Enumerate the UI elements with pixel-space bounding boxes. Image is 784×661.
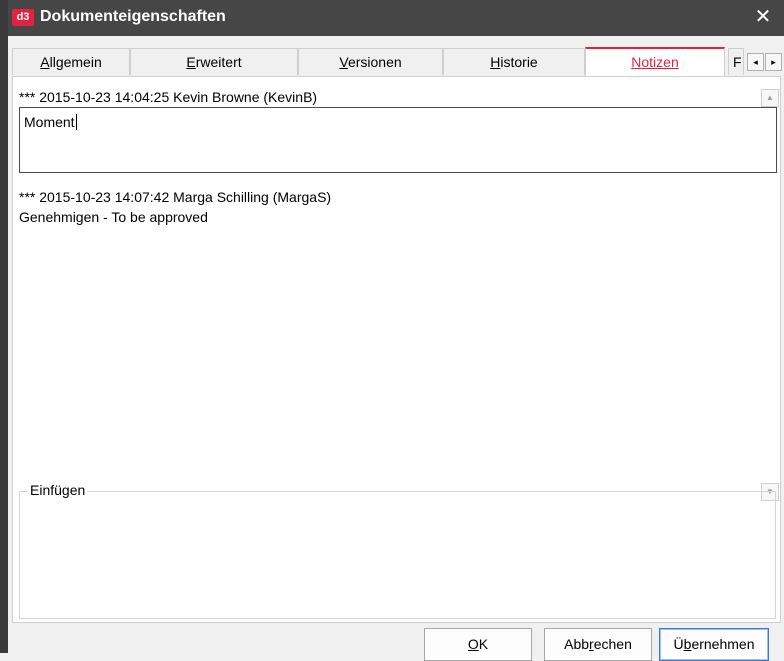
tab-historie[interactable]: Historie	[443, 48, 585, 75]
tab-label: ersionen	[347, 54, 402, 70]
note-input-field[interactable]: Moment	[19, 107, 777, 173]
close-button[interactable]: ✕	[750, 4, 776, 30]
dialog-title: Dokumenteigenschaften	[40, 8, 226, 25]
cancel-button[interactable]: Abbrechen	[544, 628, 652, 661]
tab-label: F	[733, 54, 742, 70]
tab-erweitert[interactable]: Erweitert	[130, 48, 298, 75]
button-label: echen	[593, 636, 632, 652]
tab-mnemonic: E	[186, 54, 196, 70]
tab-label: istorie	[500, 54, 538, 70]
button-label: Ü	[673, 636, 684, 652]
note-input-value: Moment	[24, 114, 75, 130]
tab-truncated[interactable]: F	[728, 48, 744, 75]
tab-mnemonic: A	[40, 54, 50, 70]
ok-button[interactable]: OK	[424, 628, 532, 661]
tab-mnemonic: H	[490, 54, 501, 70]
insert-groupbox: Einfügen	[19, 482, 776, 619]
insert-group-label: Einfügen	[28, 482, 88, 498]
apply-button[interactable]: Übernehmen	[659, 628, 769, 661]
d3-app-icon: d3	[12, 9, 34, 26]
tab-scroll-buttons: ◂ ▸	[746, 53, 782, 71]
button-label: ernehmen	[691, 636, 755, 652]
tab-notizen[interactable]: Notizen	[585, 47, 725, 76]
tab-label: otizen	[641, 54, 679, 70]
tab-allgemein[interactable]: Allgemein	[12, 48, 130, 75]
button-mnemonic: O	[467, 636, 479, 652]
title-bar[interactable]: d3 Dokumenteigenschaften ✕	[8, 0, 784, 36]
tab-versionen[interactable]: Versionen	[298, 48, 443, 75]
text-caret	[75, 114, 77, 130]
tab-label: llgemein	[49, 54, 102, 70]
tab-strip: Allgemein Erweitert Versionen Historie N…	[12, 47, 782, 76]
tab-scroll-right-icon[interactable]: ▸	[765, 53, 782, 71]
tab-mnemonic: N	[631, 54, 642, 70]
tab-scroll-left-icon[interactable]: ◂	[747, 53, 764, 71]
button-bar: OK Abbrechen Übernehmen	[8, 624, 784, 661]
button-label: Abb	[564, 636, 590, 652]
tab-mnemonic: V	[339, 54, 348, 70]
scroll-up-icon[interactable]: ▲	[761, 89, 779, 107]
tab-label: rweitert	[195, 54, 242, 70]
notes-panel: *** 2015-10-23 14:04:25 Kevin Browne (Ke…	[12, 76, 781, 623]
properties-dialog: d3 Dokumenteigenschaften ✕ Allgemein Erw…	[0, 0, 784, 661]
button-label: K	[478, 636, 489, 652]
